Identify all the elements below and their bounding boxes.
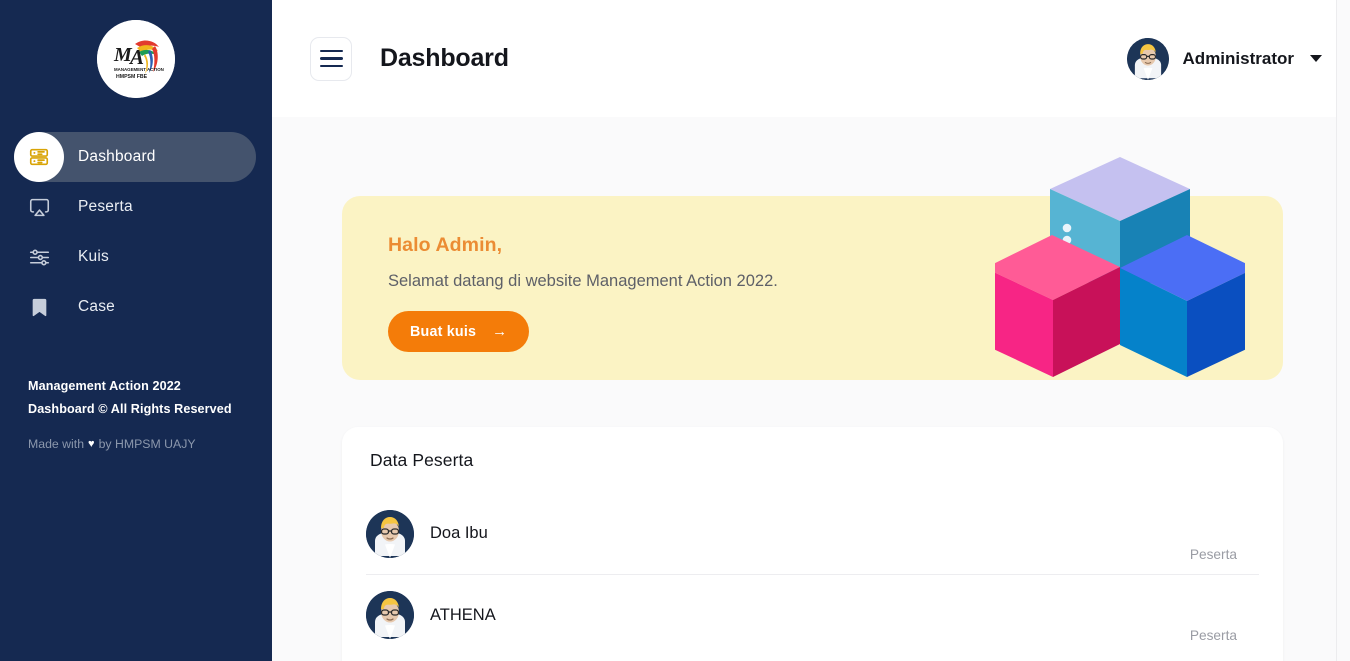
- sidebar-item-peserta[interactable]: Peserta: [14, 182, 256, 232]
- hamburger-bar: [319, 57, 343, 60]
- buat-kuis-button[interactable]: Buat kuis →: [388, 311, 530, 352]
- arrow-right-icon: →: [492, 323, 508, 340]
- footer-credit: Made with ♥ by HMPSM UAJY: [28, 437, 258, 451]
- sidebar-item-label: Case: [78, 298, 115, 315]
- table-row[interactable]: ATHENA Peserta: [366, 574, 1259, 655]
- banner-greeting: Halo Admin,: [388, 234, 503, 256]
- footer-line-2: Dashboard © All Rights Reserved: [28, 402, 232, 416]
- hamburger-icon[interactable]: [310, 36, 352, 81]
- svg-text:A: A: [128, 45, 144, 69]
- sidebar-item-label: Dashboard: [78, 148, 156, 165]
- sidebar: M A MANAGEMENT ACTION HMPSM FBE Dashboar…: [0, 0, 272, 661]
- sidebar-footer: Management Action 2022 Dashboard © All R…: [28, 375, 258, 451]
- list-card-icon: [14, 132, 64, 182]
- sidebar-item-label: Peserta: [78, 198, 133, 215]
- logo-mark-icon: M A MANAGEMENT ACTION HMPSM FBE: [97, 20, 175, 98]
- peserta-role: Peserta: [1189, 628, 1237, 643]
- heart-icon: ♥: [88, 438, 95, 450]
- welcome-banner-text: Halo Admin, Selamat datang di website Ma…: [342, 196, 1283, 352]
- sliders-icon: [14, 232, 64, 282]
- user-name: Administrator: [1182, 48, 1294, 68]
- page-title: Dashboard: [380, 44, 509, 72]
- sidebar-item-label: Kuis: [78, 248, 109, 265]
- svg-text:HMPSM FBE: HMPSM FBE: [116, 74, 148, 80]
- welcome-banner: Halo Admin, Selamat datang di website Ma…: [342, 196, 1283, 380]
- footer-credit-suffix: by HMPSM UAJY: [98, 437, 196, 451]
- logo-container: M A MANAGEMENT ACTION HMPSM FBE: [0, 0, 272, 98]
- peserta-name: ATHENA: [430, 605, 496, 624]
- card-title: Data Peserta: [370, 450, 474, 470]
- bookmark-icon: [14, 282, 64, 332]
- sidebar-nav: Dashboard Peserta Kuis Case: [0, 132, 272, 332]
- data-peserta-card: Data Peserta Doa Ibu Peserta ATHENA Pese…: [342, 427, 1283, 661]
- footer-line-1: Management Action 2022: [28, 379, 181, 393]
- sidebar-item-dashboard[interactable]: Dashboard: [14, 132, 256, 182]
- hamburger-bar: [319, 64, 343, 68]
- avatar: [366, 509, 414, 558]
- hamburger-bar: [319, 49, 343, 53]
- avatar: [1126, 37, 1169, 80]
- peserta-name: Doa Ibu: [430, 524, 488, 542]
- sidebar-item-case[interactable]: Case: [14, 282, 256, 332]
- banner-message: Selamat datang di website Management Act…: [388, 272, 778, 290]
- avatar: [366, 591, 414, 639]
- sidebar-item-kuis[interactable]: Kuis: [14, 232, 256, 282]
- user-menu[interactable]: Administrator: [1126, 37, 1322, 80]
- main-area: Dashboard Administrator Halo Admin, Sela…: [272, 0, 1350, 661]
- peserta-role: Peserta: [1189, 547, 1237, 562]
- scrollbar-track[interactable]: [1336, 0, 1350, 661]
- topbar: Dashboard Administrator: [272, 0, 1350, 117]
- management-action-logo[interactable]: M A MANAGEMENT ACTION HMPSM FBE: [97, 20, 175, 98]
- chevron-down-icon[interactable]: [1310, 55, 1322, 62]
- app-root: M A MANAGEMENT ACTION HMPSM FBE Dashboar…: [0, 0, 1350, 661]
- footer-credit-prefix: Made with: [28, 437, 85, 451]
- peserta-list: Doa Ibu Peserta ATHENA Peserta: [342, 493, 1283, 655]
- airplay-icon: [14, 182, 64, 232]
- table-row[interactable]: Doa Ibu Peserta: [366, 493, 1259, 574]
- svg-text:MANAGEMENT ACTION: MANAGEMENT ACTION: [114, 67, 164, 72]
- buat-kuis-label: Buat kuis: [410, 323, 477, 340]
